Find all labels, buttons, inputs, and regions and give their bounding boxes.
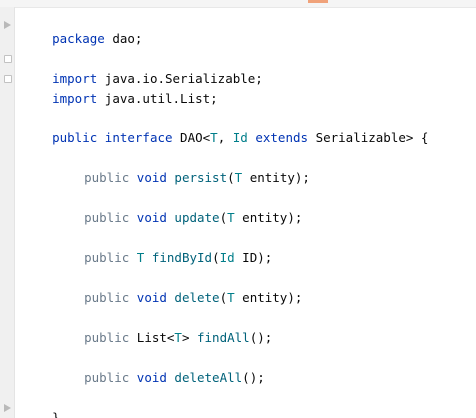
code-line-method[interactable]: public void deleteAll();	[54, 348, 265, 385]
editor-gutter	[0, 7, 14, 418]
fold-arrow-icon[interactable]	[4, 404, 11, 412]
code-text: ,	[217, 130, 233, 145]
code-text: (	[212, 250, 220, 265]
code-text: ID);	[234, 250, 273, 265]
code-line-method[interactable]: public void persist(T entity);	[54, 148, 310, 185]
keyword: public	[84, 290, 130, 305]
interface-name: DAO<	[172, 130, 211, 145]
editor-tab-strip	[0, 0, 476, 8]
code-text: Serializable> {	[308, 130, 429, 145]
code-text: (	[219, 290, 228, 305]
type-parameter: Id	[219, 250, 235, 265]
method-name: deleteAll	[166, 370, 243, 385]
code-line-package[interactable]: package dao;	[22, 9, 142, 46]
code-text: (	[227, 170, 235, 185]
keyword: public	[84, 330, 130, 345]
code-line-import[interactable]: import java.io.Serializable;	[22, 49, 263, 86]
method-name: update	[166, 210, 220, 225]
method-name: findAll	[189, 330, 250, 345]
code-line-close[interactable]: }	[22, 388, 60, 418]
method-name: delete	[166, 290, 220, 305]
code-text: (	[219, 210, 228, 225]
type-parameter: Id	[232, 130, 248, 145]
code-text: ();	[249, 330, 273, 345]
keyword: import	[52, 91, 98, 106]
code-text: java.util.List;	[97, 91, 218, 106]
type-parameter: T	[174, 330, 182, 345]
code-line-method[interactable]: public void delete(T entity);	[54, 268, 302, 305]
keyword: public	[84, 250, 130, 265]
code-line-method[interactable]: public void update(T entity);	[54, 188, 302, 225]
keyword: void	[129, 210, 167, 225]
keyword: extends	[247, 130, 309, 145]
code-text: entity);	[234, 290, 303, 305]
gutter-divider	[14, 7, 15, 418]
keyword: interface	[97, 130, 173, 145]
keyword: void	[129, 170, 167, 185]
code-text: dao;	[104, 31, 143, 46]
keyword: void	[129, 290, 167, 305]
type-parameter: T	[129, 250, 145, 265]
keyword: public	[84, 170, 130, 185]
code-text: entity);	[242, 170, 310, 185]
keyword: void	[129, 370, 167, 385]
type-parameter: T	[227, 290, 235, 305]
return-type: List<	[129, 330, 175, 345]
keyword: public	[52, 130, 98, 145]
code-line-method[interactable]: public List<T> findAll();	[54, 308, 272, 345]
code-line-interface[interactable]: public interface DAO<T, Id extends Seria…	[22, 108, 428, 145]
closing-brace: }	[52, 410, 60, 418]
code-line-method[interactable]: public T findById(Id ID);	[54, 228, 272, 265]
fold-marker-icon[interactable]	[4, 55, 12, 63]
keyword: package	[52, 31, 105, 46]
code-text: ();	[242, 370, 265, 385]
fold-arrow-icon[interactable]	[4, 21, 11, 29]
method-name: findById	[144, 250, 213, 265]
keyword: public	[84, 210, 130, 225]
type-parameter: T	[210, 130, 218, 145]
fold-marker-icon[interactable]	[4, 75, 12, 83]
code-text: entity);	[234, 210, 303, 225]
method-name: persist	[166, 170, 228, 185]
code-line-import[interactable]: import java.util.List;	[22, 69, 218, 106]
code-editor[interactable]: package dao; import java.io.Serializable…	[0, 0, 476, 418]
type-parameter: T	[227, 210, 235, 225]
error-stripe-marker	[308, 0, 328, 3]
keyword: public	[84, 370, 130, 385]
